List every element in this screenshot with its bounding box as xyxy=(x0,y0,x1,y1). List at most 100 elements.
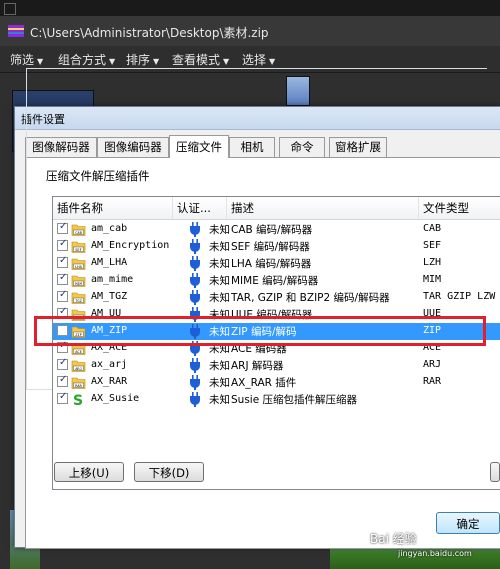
arj-icon: ARJ xyxy=(71,360,86,372)
plugin-name: AM_TGZ xyxy=(91,291,128,302)
plugin-description: MIME 编码/解码器 xyxy=(231,275,319,287)
plugin-description: AX_RAR 插件 xyxy=(231,377,297,389)
rar-icon: RAR xyxy=(71,377,86,389)
table-row[interactable]: ✓ MIM am_mime 未知 MIME 编码/解码器 MIM xyxy=(53,272,500,289)
move-down-button[interactable]: 下移(D) xyxy=(134,462,204,482)
cert-status: 未知 xyxy=(209,377,230,389)
plugin-name: AX_RAR xyxy=(91,376,128,387)
menu-filter[interactable]: 筛选 ▼ xyxy=(10,51,43,68)
column-header-type[interactable]: 文件类型 xyxy=(419,197,500,219)
enable-checkbox[interactable]: ✓ xyxy=(57,374,68,387)
watermark: Bai 经验 xyxy=(370,532,417,546)
mim-icon: MIM xyxy=(71,275,86,287)
caret-down-icon: ▼ xyxy=(223,57,230,66)
svg-text:LHA: LHA xyxy=(75,265,82,269)
column-header-name[interactable]: 插件名称 xyxy=(53,197,173,219)
plugin-description: TAR, GZIP 和 BZIP2 编码/解码器 xyxy=(231,292,390,304)
svg-text:S: S xyxy=(73,393,83,407)
plugin-description: SEF 编码/解码器 xyxy=(231,241,310,253)
table-row[interactable]: ✓ S AX_Susie 未知 Susie 压缩包插件解压缩器 xyxy=(53,391,500,408)
plugin-description: LHA 编码/解码器 xyxy=(231,258,312,270)
plugin-plug-icon xyxy=(190,392,200,407)
address-path: C:\Users\Administrator\Desktop\素材.zip xyxy=(30,26,269,40)
watermark-url: jingyan.baidu.com xyxy=(398,549,472,558)
table-row[interactable]: ✓ TGZ AM_TGZ 未知 TAR, GZIP 和 BZIP2 编码/解码器… xyxy=(53,289,500,306)
plugin-name: am_mime xyxy=(91,274,134,285)
plugin-plug-icon xyxy=(190,239,200,254)
file-type: LZH xyxy=(423,257,442,268)
plugin-plug-icon xyxy=(190,273,200,288)
cert-status: 未知 xyxy=(209,224,230,236)
svg-text:ARJ: ARJ xyxy=(75,367,82,371)
plugin-plug-icon xyxy=(190,256,200,271)
menu-group-by[interactable]: 组合方式 ▼ xyxy=(58,51,115,68)
enable-checkbox[interactable]: ✓ xyxy=(57,391,68,404)
plugin-plug-icon xyxy=(190,290,200,305)
cert-status: 未知 xyxy=(209,360,230,372)
caret-down-icon: ▼ xyxy=(109,57,116,66)
window-icon xyxy=(4,3,16,15)
susie-icon: S xyxy=(73,393,83,407)
file-type: RAR xyxy=(423,376,442,387)
plugin-name: am_cab xyxy=(91,223,128,234)
file-type: MIM xyxy=(423,274,442,285)
file-type: SEF xyxy=(423,240,442,251)
svg-text:RAR: RAR xyxy=(75,384,82,388)
cert-status: 未知 xyxy=(209,275,230,287)
tgz-icon: TGZ xyxy=(71,292,86,304)
svg-text:MIM: MIM xyxy=(75,282,82,286)
file-type: CAB xyxy=(423,223,442,234)
plugin-plug-icon xyxy=(190,222,200,237)
enable-checkbox[interactable]: ✓ xyxy=(57,272,68,285)
plugin-name: AM_Encryption xyxy=(91,240,170,251)
cert-status: 未知 xyxy=(209,258,230,270)
partial-button[interactable] xyxy=(490,462,500,482)
menu-view-mode[interactable]: 查看模式 ▼ xyxy=(172,51,229,68)
column-header-desc[interactable]: 描述 xyxy=(227,197,419,219)
cert-status: 未知 xyxy=(209,394,230,406)
ok-button[interactable]: 确定 xyxy=(436,512,500,534)
caret-down-icon: ▼ xyxy=(37,57,44,66)
group-label: 压缩文件解压缩插件 xyxy=(44,168,152,184)
table-row[interactable]: ✓ RAR AX_RAR 未知 AX_RAR 插件 RAR xyxy=(53,374,500,391)
menu-sort[interactable]: 排序 ▼ xyxy=(126,51,159,68)
zip-folder-icon xyxy=(8,25,24,37)
table-row[interactable]: ✓ CAB am_cab 未知 CAB 编码/解码器 CAB xyxy=(53,221,500,238)
sef-icon: SEF xyxy=(71,241,86,253)
plugin-description: ARJ 解码器 xyxy=(231,360,284,372)
enable-checkbox[interactable]: ✓ xyxy=(57,238,68,251)
list-header: 插件名称 认证... 描述 文件类型 xyxy=(53,197,500,220)
caret-down-icon: ▼ xyxy=(153,57,160,66)
enable-checkbox[interactable]: ✓ xyxy=(57,357,68,370)
table-row[interactable]: ✓ ARJ ax_arj 未知 ARJ 解码器 ARJ xyxy=(53,357,500,374)
move-up-button[interactable]: 上移(U) xyxy=(54,462,124,482)
tab-archives[interactable]: 压缩文件 xyxy=(169,135,229,158)
plugin-plug-icon xyxy=(190,375,200,390)
plugin-name: AX_Susie xyxy=(91,393,140,404)
svg-text:TGZ: TGZ xyxy=(75,299,82,303)
svg-text:SEF: SEF xyxy=(75,248,82,252)
plugin-plug-icon xyxy=(190,358,200,373)
enable-checkbox[interactable]: ✓ xyxy=(57,255,68,268)
plugin-description: Susie 压缩包插件解压缩器 xyxy=(231,394,358,406)
cab-icon: CAB xyxy=(71,224,86,236)
menu-select[interactable]: 选择 ▼ xyxy=(242,51,275,68)
caret-down-icon: ▼ xyxy=(269,57,276,66)
file-type: ARJ xyxy=(423,359,442,370)
plugin-description: CAB 编码/解码器 xyxy=(231,224,313,236)
column-header-cert[interactable]: 认证... xyxy=(173,197,227,219)
svg-text:CAB: CAB xyxy=(75,231,82,235)
enable-checkbox[interactable]: ✓ xyxy=(57,289,68,302)
lha-icon: LHA xyxy=(71,258,86,270)
enable-checkbox[interactable]: ✓ xyxy=(57,221,68,234)
plugin-name: ax_arj xyxy=(91,359,128,370)
table-row[interactable]: ✓ LHA AM_LHA 未知 LHA 编码/解码器 LZH xyxy=(53,255,500,272)
red-highlight-annotation xyxy=(34,316,486,346)
table-row[interactable]: ✓ SEF AM_Encryption 未知 SEF 编码/解码器 SEF xyxy=(53,238,500,255)
viewer-top-strip xyxy=(0,0,500,16)
plugin-name: AM_LHA xyxy=(91,257,128,268)
file-type: TAR GZIP LZW xyxy=(423,291,496,302)
cert-status: 未知 xyxy=(209,292,230,304)
address-bar[interactable]: C:\Users\Administrator\Desktop\素材.zip xyxy=(0,16,500,47)
svg-text:ACE: ACE xyxy=(75,350,82,354)
